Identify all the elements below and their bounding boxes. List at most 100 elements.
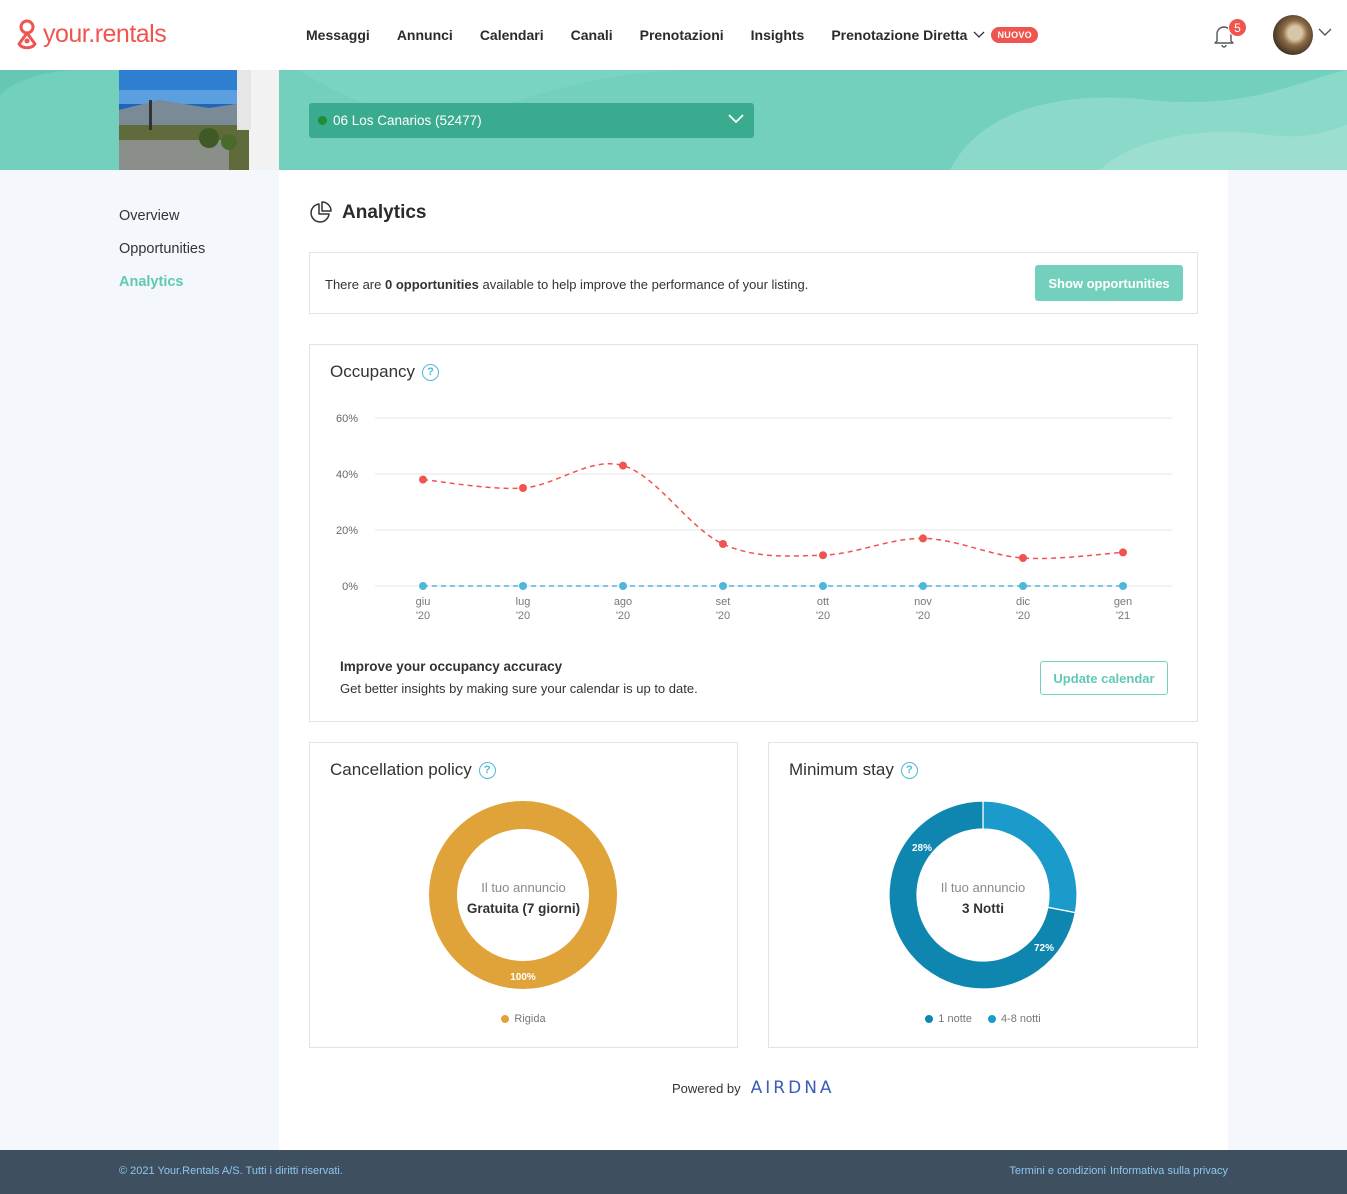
legend-dot <box>501 1015 510 1023</box>
page-title: Analytics <box>309 201 426 224</box>
minimum-stay-legend: 1 notte 4-8 notti <box>769 1013 1197 1025</box>
nav-canali[interactable]: Canali <box>571 27 613 43</box>
cancellation-card: Cancellation policy ? 100% Il tuo annunc… <box>309 742 738 1048</box>
x-tick-year-label: '20 <box>516 610 530 622</box>
logo-icon <box>17 19 37 50</box>
data-point <box>1119 548 1127 557</box>
chevron-down-icon <box>728 114 744 124</box>
nav-calendari[interactable]: Calendari <box>480 27 544 43</box>
data-point <box>919 534 927 543</box>
avatar[interactable] <box>1273 15 1313 55</box>
data-point <box>1019 582 1027 590</box>
occupancy-title: Occupancy ? <box>330 362 440 382</box>
chevron-down-icon[interactable] <box>1318 28 1332 37</box>
page-title-text: Analytics <box>342 201 427 223</box>
nav-label: Canali <box>570 27 613 43</box>
update-calendar-button[interactable]: Update calendar <box>1040 661 1168 695</box>
x-tick-label: giu <box>416 596 431 608</box>
donut-center-label: Il tuo annuncio Gratuita (7 giorni) <box>310 880 737 916</box>
data-label: 28% <box>912 843 932 854</box>
y-tick-label: 20% <box>336 525 358 537</box>
listing-photo <box>119 70 279 170</box>
y-tick-label: 0% <box>342 581 358 593</box>
airdna-logo[interactable]: AIRDNA <box>751 1078 835 1098</box>
y-tick-label: 60% <box>336 413 358 425</box>
listing-select-value: 06 Los Canarios (52477) <box>333 113 482 128</box>
sidebar-item-analytics[interactable]: Analytics <box>119 274 205 292</box>
occupancy-title-text: Occupancy <box>330 362 416 381</box>
nav-label: Calendari <box>479 27 544 43</box>
main-nav: Messaggi Annunci Calendari Canali Prenot… <box>306 0 1065 70</box>
occupancy-card: Occupancy ? 0% 20% 40% 60% giu '20 lug '20 ago '2… <box>309 344 1198 722</box>
nav-label: Prenotazione Diretta <box>831 27 968 43</box>
donut-center-sub: Il tuo annuncio <box>481 880 566 895</box>
footer: © 2021 Your.Rentals A/S. Tutti i diritti… <box>0 1150 1347 1194</box>
x-tick-year-label: '21 <box>1116 610 1130 622</box>
data-point <box>819 582 827 590</box>
opportunities-count: 0 opportunities <box>384 277 479 292</box>
opportunities-text: There are 0 opportunities available to h… <box>325 277 808 292</box>
pie-chart-icon <box>310 201 332 223</box>
x-tick-year-label: '20 <box>416 610 430 622</box>
nav-annunci[interactable]: Annunci <box>397 27 453 43</box>
listing-select[interactable]: 06 Los Canarios (52477) <box>309 103 754 138</box>
nav-prenotazione-diretta[interactable]: Prenotazione Diretta NUOVO <box>831 27 1038 43</box>
nav-label: Annunci <box>396 27 453 43</box>
data-point <box>519 484 527 492</box>
sidebar: Overview Opportunities Analytics <box>119 208 205 307</box>
logo[interactable]: your.rentals <box>15 18 167 50</box>
x-tick-label: gen <box>1114 596 1132 608</box>
new-badge: NUOVO <box>991 27 1038 43</box>
improve-subtitle: Get better insights by making sure your … <box>340 681 698 696</box>
x-tick-year-label: '20 <box>616 610 630 622</box>
data-point <box>1019 554 1027 562</box>
data-label: 100% <box>510 972 536 983</box>
notification-count-badge: 5 <box>1228 18 1247 37</box>
legend-item: Rigida <box>501 1013 546 1025</box>
x-tick-label: nov <box>914 596 932 608</box>
occupancy-line-chart: 0% 20% 40% 60% giu '20 lug '20 ago '20 set '20 ott '2… <box>336 413 1172 622</box>
data-point <box>719 582 727 590</box>
donut-center-label: Il tuo annuncio 3 Notti <box>769 880 1197 916</box>
nav-label: Messaggi <box>306 27 370 43</box>
data-point <box>719 540 727 548</box>
legend-item: 1 notte <box>925 1013 972 1025</box>
sidebar-item-opportunities[interactable]: Opportunities <box>119 241 205 259</box>
data-point <box>419 582 427 590</box>
series-line <box>422 463 1124 560</box>
powered-by: Powered by AIRDNA <box>672 1078 835 1098</box>
donut-center-main: 3 Notti <box>962 901 1004 916</box>
footer-copyright: © 2021 Your.Rentals A/S. Tutti i diritti… <box>119 1165 343 1177</box>
nav-label: Insights <box>750 27 805 43</box>
x-tick-year-label: '20 <box>916 610 930 622</box>
footer-link-privacy[interactable]: Informativa sulla privacy <box>1110 1165 1228 1177</box>
x-tick-label: set <box>716 596 731 608</box>
cancellation-legend: Rigida <box>310 1013 737 1025</box>
improve-title: Improve your occupancy accuracy <box>340 659 563 674</box>
nav-insights[interactable]: Insights <box>751 27 805 43</box>
legend-label: 1 notte <box>938 1013 972 1025</box>
x-tick-label: ago <box>614 596 632 608</box>
x-tick-label: dic <box>1016 596 1031 608</box>
nav-messaggi[interactable]: Messaggi <box>306 27 370 43</box>
nav-prenotazioni[interactable]: Prenotazioni <box>640 27 724 43</box>
data-point <box>519 582 527 590</box>
top-navigation: your.rentals Messaggi Annunci Calendari … <box>0 0 1347 70</box>
footer-link-terms[interactable]: Termini e condizioni <box>1009 1165 1106 1177</box>
x-tick-year-label: '20 <box>716 610 730 622</box>
sidebar-item-overview[interactable]: Overview <box>119 208 205 226</box>
legend-label: Rigida <box>514 1013 546 1025</box>
powered-by-label: Powered by <box>672 1080 741 1096</box>
logo-text: your.rentals <box>43 19 167 48</box>
legend-dot <box>925 1015 934 1023</box>
nav-label: Prenotazioni <box>639 27 724 43</box>
help-icon[interactable]: ? <box>422 363 440 381</box>
x-tick-label: lug <box>516 596 531 608</box>
show-opportunities-button[interactable]: Show opportunities <box>1035 265 1183 301</box>
status-dot <box>318 116 327 125</box>
data-point <box>1119 582 1127 590</box>
x-tick-label: ott <box>817 596 829 608</box>
x-tick-year-label: '20 <box>816 610 830 622</box>
footer-links: Termini e condizioni Informativa sulla p… <box>1009 1165 1228 1177</box>
legend-dot <box>987 1015 996 1023</box>
